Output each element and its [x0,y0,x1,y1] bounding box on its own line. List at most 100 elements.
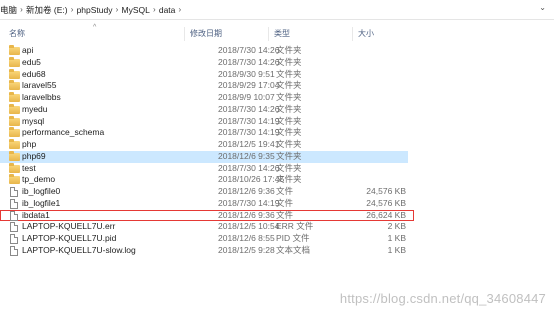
breadcrumb-phpstudy[interactable]: phpStudy [77,5,113,15]
file-modified-date: 2018/12/6 9:36 [218,186,275,196]
chevron-right-icon: › [115,5,119,14]
column-header-date[interactable]: 修改日期 [186,27,269,41]
file-icon [10,187,18,197]
file-row[interactable]: edu5 2018/7/30 14:26 文件夹 [0,56,554,69]
folder-icon [9,45,20,55]
file-name: laravelbbs [22,92,61,102]
folder-icon [9,115,20,126]
file-row[interactable]: api 2018/7/30 14:26 文件夹 [0,45,554,57]
file-icon [10,210,18,221]
breadcrumb-computer[interactable]: 电脑 [0,4,17,16]
file-name: ib_logfile0 [22,186,61,196]
file-type: 文件 [276,197,294,208]
file-modified-date: 2018/9/29 17:04 [218,80,280,91]
file-row[interactable]: test 2018/7/30 14:26 文件夹 [0,162,554,175]
file-size: 24,576 KB [366,186,406,196]
file-modified-date: 2018/9/9 10:07 [218,92,275,102]
file-name: myedu [22,103,48,114]
address-bar[interactable]: 电脑 › 新加卷 (E:) › phpStudy › MySQL › data … [0,0,554,20]
file-type: 文件夹 [276,150,302,161]
file-modified-date: 2018/7/30 14:19 [218,115,280,126]
file-modified-date: 2018/10/26 17:45 [218,174,285,185]
file-row[interactable]: laravel55 2018/9/29 17:04 文件夹 [0,80,554,92]
file-modified-date: 2018/7/30 14:26 [218,45,280,55]
file-modified-date: 2018/7/30 14:19 [218,127,280,138]
breadcrumb-data[interactable]: data [159,5,176,15]
file-row[interactable]: ib_logfile1 2018/7/30 14:19 文件 24,576 KB [0,198,554,210]
file-row[interactable]: LAPTOP-KQUELL7U-slow.log 2018/12/5 9:28 文本… [0,245,554,257]
file-name: tp_demo [22,174,56,185]
file-name: LAPTOP-KQUELL7U.pid [22,233,117,243]
file-name: LAPTOP-KQUELL7U.err [22,221,116,232]
column-header-name[interactable]: 名称 [5,27,185,41]
file-type: 文件 [276,209,294,220]
file-type: 文本文档 [276,244,311,255]
chevron-right-icon[interactable]: › [175,5,184,14]
file-icon [10,245,18,256]
file-type: 文件夹 [276,45,302,55]
file-row[interactable]: LAPTOP-KQUELL7U.err 2018/12/5 10:54 ERR 文件… [0,221,554,233]
breadcrumb-drive-e[interactable]: 新加卷 (E:) [26,4,68,16]
file-name: performance_schema [22,127,105,138]
file-list: api 2018/7/30 14:26 文件夹 edu5 2018/7/30 14:26… [0,45,554,257]
file-row[interactable]: php69 2018/12/6 9:35 文件夹 [0,150,408,163]
file-name: ibdata1 [22,209,50,220]
chevron-right-icon: › [153,5,156,14]
file-type: 文件夹 [276,139,302,149]
file-row[interactable]: myedu 2018/7/30 14:26 文件夹 [0,103,554,116]
file-row[interactable]: tp_demo 2018/10/26 17:45 文件夹 [0,174,554,186]
folder-icon [9,127,20,138]
folder-icon [9,139,20,149]
file-type: 文件夹 [276,103,302,114]
file-name: laravel55 [22,80,57,91]
file-name: php [22,139,37,149]
file-modified-date: 2018/7/30 14:19 [218,197,280,208]
file-size: 1 KB [387,244,406,255]
address-dropdown-icon[interactable]: ⌄ [539,3,546,12]
file-icon [10,222,18,233]
file-modified-date: 2018/12/5 10:54 [218,221,280,232]
column-header-type[interactable]: 类型 [270,27,353,41]
file-name: edu68 [22,68,46,79]
watermark: https://blog.csdn.net/qq_34608447 [339,291,546,306]
chevron-right-icon: › [70,5,74,14]
file-size: 2 KB [387,221,406,232]
file-type: 文件夹 [276,115,302,126]
file-icon [10,234,18,244]
file-row[interactable]: ibdata1 2018/12/6 9:36 文件 26,624 KB [0,209,414,222]
file-name: php69 [22,150,46,161]
file-row[interactable]: LAPTOP-KQUELL7U.pid 2018/12/6 8:55 PID 文件 1… [0,233,554,245]
file-name: LAPTOP-KQUELL7U-slow.log [22,244,136,255]
chevron-right-icon: › [20,5,23,14]
file-row[interactable]: mysql 2018/7/30 14:19 文件夹 [0,115,554,128]
file-row[interactable]: performance_schema 2018/7/30 14:19 文件夹 [0,127,554,139]
breadcrumb-mysql[interactable]: MySQL [122,5,150,15]
file-row[interactable]: edu68 2018/9/30 9:51 文件夹 [0,68,554,81]
column-header-size[interactable]: 大小 [354,27,410,41]
file-modified-date: 2018/12/5 9:28 [218,244,275,255]
folder-icon [9,92,20,102]
folder-icon [9,68,20,79]
file-modified-date: 2018/7/30 14:26 [218,162,280,173]
file-modified-date: 2018/9/30 9:51 [218,68,275,79]
file-size: 24,576 KB [366,197,406,208]
file-type: 文件夹 [276,174,302,185]
file-name: mysql [22,115,45,126]
file-type: 文件 [276,186,294,196]
folder-icon [9,56,20,67]
file-row[interactable]: php 2018/12/5 19:41 文件夹 [0,139,554,151]
file-name: test [22,162,36,173]
file-modified-date: 2018/7/30 14:26 [218,56,280,67]
folder-icon [9,150,20,161]
column-headers: 名称 修改日期 类型 大小 [0,27,554,41]
file-row[interactable]: ib_logfile0 2018/12/6 9:36 文件 24,576 KB [0,186,554,198]
file-type: 文件夹 [276,162,302,173]
file-modified-date: 2018/12/5 19:41 [218,139,280,149]
folder-icon [9,80,20,91]
file-type: 文件夹 [276,92,302,102]
file-icon [10,198,18,209]
file-modified-date: 2018/12/6 9:36 [218,209,275,220]
file-type: 文件夹 [276,68,302,79]
file-row[interactable]: laravelbbs 2018/9/9 10:07 文件夹 [0,92,554,104]
file-modified-date: 2018/12/6 8:55 [218,233,275,243]
